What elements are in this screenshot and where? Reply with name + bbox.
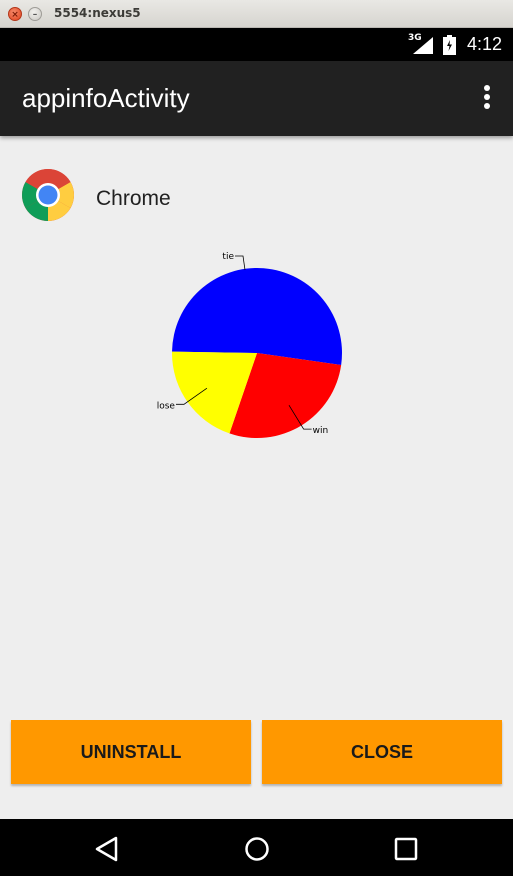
window-minimize-icon[interactable]: – xyxy=(28,7,42,21)
content-area: Chrome tie win lose UNINSTALL CLOSE xyxy=(0,136,513,819)
recent-apps-icon[interactable] xyxy=(392,835,420,863)
overflow-menu-icon[interactable] xyxy=(475,85,499,115)
pie-label-win: win xyxy=(313,426,329,436)
pie-label-lose: lose xyxy=(157,401,176,411)
close-button[interactable]: CLOSE xyxy=(262,720,502,784)
pie-chart: tie win lose xyxy=(157,252,342,438)
window-close-icon[interactable]: × xyxy=(8,7,22,21)
signal-icon xyxy=(413,37,433,54)
navigation-bar xyxy=(0,819,513,876)
status-bar: 3G 4:12 xyxy=(0,28,513,61)
back-icon[interactable] xyxy=(93,835,121,863)
home-icon[interactable] xyxy=(243,835,271,863)
battery-icon xyxy=(443,35,456,55)
app-bar: appinfoActivity xyxy=(0,61,513,136)
chrome-icon xyxy=(22,169,74,221)
status-time: 4:12 xyxy=(466,34,502,54)
emulator-titlebar: × – 5554:nexus5 xyxy=(0,0,513,28)
app-bar-title: appinfoActivity xyxy=(22,83,190,113)
window-title: 5554:nexus5 xyxy=(54,6,141,20)
app-name: Chrome xyxy=(96,187,171,210)
pie-leader-tie xyxy=(235,255,246,271)
uninstall-button[interactable]: UNINSTALL xyxy=(11,720,251,784)
pie-label-tie: tie xyxy=(222,252,234,262)
pie-slice-tie xyxy=(172,268,342,365)
